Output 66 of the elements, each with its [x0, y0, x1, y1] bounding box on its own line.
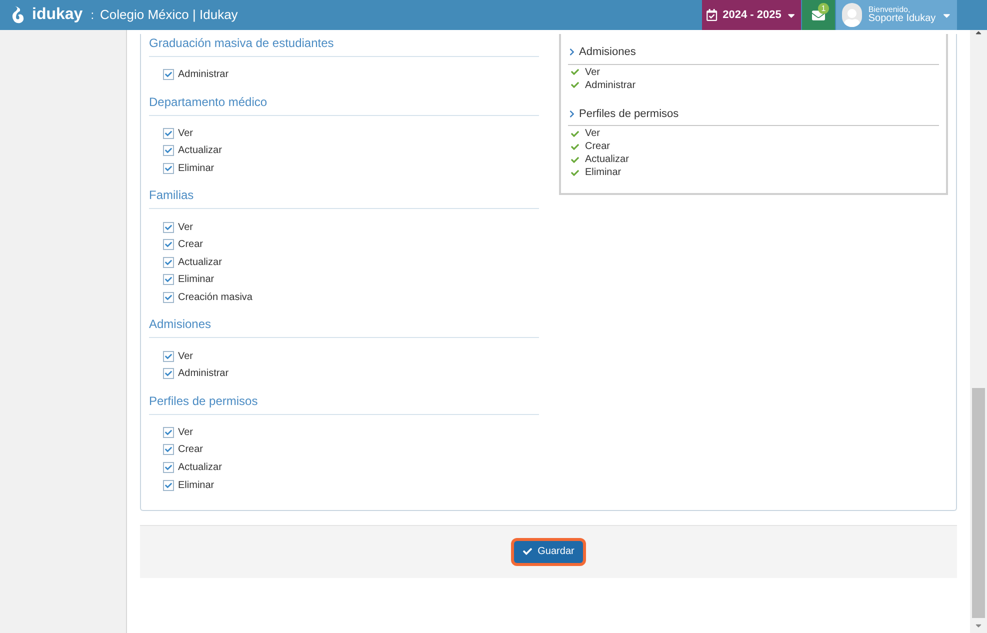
section-heading: Perfiles de permisos [149, 382, 539, 415]
checkbox[interactable] [163, 292, 174, 304]
checkbox[interactable] [163, 368, 174, 380]
check-icon [571, 81, 579, 89]
checkbox-label: Eliminar [178, 273, 214, 288]
checkbox[interactable] [163, 426, 174, 438]
checkbox[interactable] [163, 462, 174, 474]
checkbox[interactable] [163, 239, 174, 250]
checkbox-label: Administrar [178, 68, 229, 82]
section-heading: Familias [149, 177, 539, 210]
greeting-text: Bienvenido, [868, 6, 910, 14]
summary-item: Administrar [585, 78, 636, 92]
summary-item: Ver [585, 127, 600, 141]
save-button[interactable]: Guardar [514, 540, 584, 563]
checkbox[interactable] [163, 222, 174, 233]
summary-heading: Admisiones [579, 45, 636, 60]
school-year-dropdown[interactable]: 2024 - 2025 [702, 0, 801, 30]
checkbox-label: Crear [178, 238, 204, 252]
checkbox-label: Actualizar [178, 144, 222, 158]
check-icon [571, 156, 579, 164]
user-name: Soporte Idukay [868, 14, 936, 24]
logo-icon [10, 5, 26, 25]
checkbox-label: Administrar [178, 367, 229, 382]
checkbox-label: Ver [178, 220, 194, 235]
checkbox[interactable] [163, 444, 174, 456]
checkbox[interactable] [163, 256, 174, 268]
checkbox[interactable] [163, 69, 174, 80]
checkbox[interactable] [163, 163, 174, 174]
checkbox-label: Eliminar [178, 162, 214, 176]
checkbox-label: Ver [178, 126, 194, 141]
message-count-badge: 1 [818, 3, 829, 14]
section-heading: Graduación masiva de estudiantes [149, 34, 539, 57]
checkbox-label: Actualizar [178, 461, 222, 476]
checkbox-label: Actualizar [178, 256, 222, 270]
chevron-icon [568, 110, 576, 118]
checkbox[interactable] [163, 128, 174, 139]
summary-item: Eliminar [585, 166, 622, 180]
checkbox[interactable] [163, 145, 174, 156]
checkbox-label: Crear [178, 443, 204, 458]
calendar-icon [706, 9, 718, 21]
checkbox[interactable] [163, 480, 174, 491]
summary-heading: Perfiles de permisos [579, 106, 679, 122]
summary-item: Ver [585, 66, 600, 80]
avatar-icon [842, 3, 862, 27]
user-menu[interactable]: Bienvenido, Soporte Idukay [836, 0, 957, 30]
checkbox-label: Eliminar [178, 478, 214, 493]
section-heading: Admisiones [149, 306, 539, 338]
checkbox-label: Ver [178, 426, 194, 440]
scrollbar-thumb[interactable] [972, 388, 985, 618]
summary-item: Actualizar [585, 153, 629, 167]
section-heading: Departamento médico [149, 84, 539, 116]
check-icon [571, 68, 579, 76]
separator: : [90, 7, 94, 24]
check-icon [522, 547, 532, 556]
logo-text[interactable]: idukay [32, 3, 83, 27]
check-icon [571, 168, 579, 176]
checkbox[interactable] [163, 350, 174, 362]
school-name: Colegio México | Idukay [100, 6, 238, 24]
checkbox[interactable] [163, 274, 174, 286]
check-icon [571, 142, 579, 150]
check-icon [571, 130, 579, 138]
checkbox-label: Creación masiva [178, 291, 252, 306]
messages-button[interactable]: 1 [802, 0, 835, 30]
summary-item: Crear [585, 140, 610, 154]
chevron-icon [568, 48, 576, 56]
checkbox-label: Ver [178, 350, 194, 364]
